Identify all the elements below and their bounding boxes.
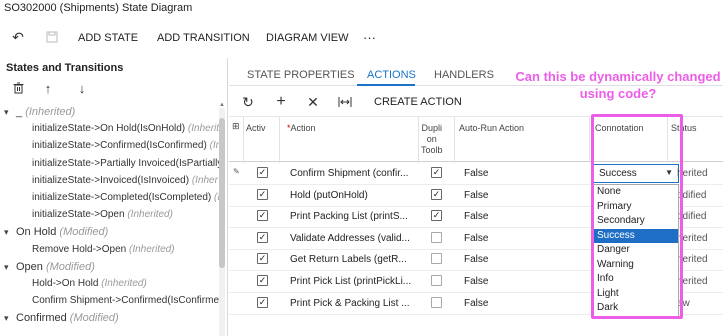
tree-transition-node[interactable]: initializeState->On Hold(IsOnHold) (Inhe… (32, 123, 219, 139)
tree-scrollbar[interactable] (219, 108, 225, 336)
tree-node-status: (Modified) (45, 260, 95, 273)
tree-node-label: initializeState->Partially Invoiced(IsPa… (32, 157, 223, 169)
tree-node-status: (Inherited) (127, 209, 173, 221)
auto-run-action-cell[interactable]: False (464, 211, 488, 222)
diagram-view-button[interactable]: DIAGRAM VIEW (266, 32, 349, 44)
tree-node-label: On Hold (16, 226, 60, 239)
tree-transition-node[interactable]: Confirm Shipment->Confirmed(IsConfirme (32, 295, 219, 311)
auto-run-action-cell[interactable]: False (464, 190, 488, 201)
auto-run-action-cell[interactable]: False (464, 298, 488, 309)
tree-node-label: Hold->On Hold (32, 278, 102, 289)
active-tab-indicator (357, 84, 415, 86)
tab-state-properties[interactable]: STATE PROPERTIES (247, 69, 355, 81)
tree-node-status: (Inherit (187, 123, 220, 135)
tree-node-status: (Inher (191, 174, 218, 186)
chevron-down-icon[interactable]: ▾ (4, 227, 16, 238)
tree-node-label: Confirmed (16, 312, 70, 325)
trash-icon[interactable] (10, 80, 26, 96)
annotation-text: Can this be dynamically changed using co… (515, 69, 721, 101)
tree-state-node[interactable]: ▾ Open (Modified) (4, 261, 95, 277)
tree-node-status: (Modified) (59, 226, 109, 239)
chevron-down-icon[interactable]: ▾ (4, 107, 16, 118)
tree-state-node[interactable]: ▾ Confirmed (Modified) (4, 312, 119, 328)
tab-handlers[interactable]: HANDLERS (434, 69, 494, 81)
action-cell[interactable]: Print Packing List (printS... (290, 211, 408, 222)
active-checkbox[interactable]: ✓ (257, 188, 268, 200)
active-checkbox[interactable]: ✓ (257, 253, 268, 265)
auto-run-action-cell[interactable]: False (464, 233, 488, 244)
tree-node-status: (Modified) (69, 312, 119, 325)
action-cell[interactable]: Confirm Shipment (confir... (290, 168, 408, 179)
undo-icon[interactable]: ↶ (10, 29, 26, 45)
tree-transition-node[interactable]: Hold->On Hold (Inherited) (32, 278, 147, 294)
edit-row-indicator-icon: ✎ (233, 167, 240, 176)
tree-node-label: initializeState->On Hold(IsOnHold) (32, 123, 188, 135)
tree-transition-node[interactable]: initializeState->Invoiced(IsInvoiced) (I… (32, 175, 218, 191)
header-action[interactable]: Action (287, 123, 316, 134)
auto-run-action-cell[interactable]: False (464, 276, 488, 287)
action-cell[interactable]: Validate Addresses (valid... (290, 233, 410, 244)
tree-node-status: (Inherited) (129, 243, 175, 255)
tree-transition-node[interactable]: Remove Hold->Open (Inherited) (32, 244, 175, 260)
chevron-down-icon[interactable]: ▾ (4, 313, 16, 324)
tree-transition-node[interactable]: initializeState->Confirmed(IsConfirmed) … (32, 140, 221, 156)
duplicate-on-toolbar-checkbox[interactable] (431, 253, 442, 265)
arrow-up-icon[interactable]: ↑ (40, 80, 56, 96)
tree-transition-node[interactable]: initializeState->Completed(IsCompleted) … (32, 192, 220, 208)
tree-node-status: (Inherited) (25, 106, 76, 118)
header-auto-run-action[interactable]: Auto-Run Action (459, 123, 524, 134)
tree-node-label: initializeState->Completed(IsCompleted) (32, 192, 215, 203)
refresh-icon[interactable]: ↻ (240, 94, 256, 110)
active-checkbox[interactable]: ✓ (257, 275, 268, 286)
arrow-down-icon[interactable]: ↓ (74, 80, 90, 96)
active-checkbox[interactable]: ✓ (257, 210, 268, 222)
active-checkbox[interactable]: ✓ (257, 231, 268, 243)
chevron-down-icon[interactable]: ▾ (4, 262, 16, 273)
create-action-button[interactable]: CREATE ACTION (374, 96, 462, 108)
tree-node-status: (Inherited) (101, 278, 147, 289)
duplicate-on-toolbar-checkbox[interactable]: ✓ (431, 210, 442, 222)
save-icon[interactable] (44, 29, 60, 45)
header-duplicate-on-toolbar[interactable]: Dupli on Toolb (421, 123, 443, 156)
tree-state-node[interactable]: ▾ _ (Inherited) (4, 106, 75, 122)
scroll-thumb[interactable] (219, 118, 225, 268)
action-cell[interactable]: Hold (putOnHold) (290, 190, 368, 201)
annotation-highlight-box (591, 114, 683, 319)
tree-node-label: Remove Hold->Open (32, 243, 129, 255)
action-cell[interactable]: Print Pick & Packing List ... (290, 298, 410, 309)
tree-node-label: Confirm Shipment->Confirmed(IsConfirme (32, 295, 220, 307)
main-toolbar: ↶ ADD STATE ADD TRANSITION DIAGRAM VIEW … (0, 26, 723, 50)
active-checkbox[interactable]: ✓ (257, 167, 268, 178)
action-cell[interactable]: Print Pick List (printPickLi... (290, 276, 411, 287)
more-menu-button[interactable]: ··· (363, 30, 376, 45)
auto-run-action-cell[interactable]: False (464, 168, 488, 179)
states-transitions-panel: States and Transitions ↑ ↓ ▾ _ (Inherited… (0, 58, 228, 336)
add-state-button[interactable]: ADD STATE (78, 32, 138, 44)
tree-node-label: initializeState->Confirmed(IsConfirmed) (32, 140, 210, 152)
tree-node-label: initializeState->Open (32, 209, 128, 221)
column-chooser-icon[interactable]: ⊞ (232, 121, 240, 132)
add-icon[interactable]: + (273, 93, 289, 110)
tree-node-label: initializeState->Invoiced(IsInvoiced) (32, 174, 192, 186)
add-transition-button[interactable]: ADD TRANSITION (157, 32, 250, 44)
window-title: SO302000 (Shipments) State Diagram (4, 2, 193, 14)
fit-columns-icon[interactable] (337, 94, 353, 110)
duplicate-on-toolbar-checkbox[interactable] (431, 231, 442, 243)
active-checkbox[interactable]: ✓ (257, 296, 268, 308)
tree-node-label: _ (16, 106, 26, 118)
duplicate-on-toolbar-checkbox[interactable] (431, 275, 442, 286)
tree-transition-node[interactable]: initializeState->Open (Inherited) (32, 209, 173, 225)
auto-run-action-cell[interactable]: False (464, 254, 488, 265)
duplicate-on-toolbar-checkbox[interactable] (431, 296, 442, 308)
header-active[interactable]: Activ (246, 123, 266, 134)
tab-actions[interactable]: ACTIONS (367, 69, 416, 81)
tree-transition-node[interactable]: initializeState->Partially Invoiced(IsPa… (32, 158, 222, 174)
duplicate-on-toolbar-checkbox[interactable]: ✓ (431, 167, 442, 178)
panel-title: States and Transitions (6, 62, 124, 74)
tree-node-label: Open (16, 260, 46, 273)
delete-row-icon[interactable]: ✕ (305, 94, 321, 110)
action-cell[interactable]: Get Return Labels (getR... (290, 254, 407, 265)
duplicate-on-toolbar-checkbox[interactable]: ✓ (431, 188, 442, 200)
tree-state-node[interactable]: ▾ On Hold (Modified) (4, 226, 108, 242)
